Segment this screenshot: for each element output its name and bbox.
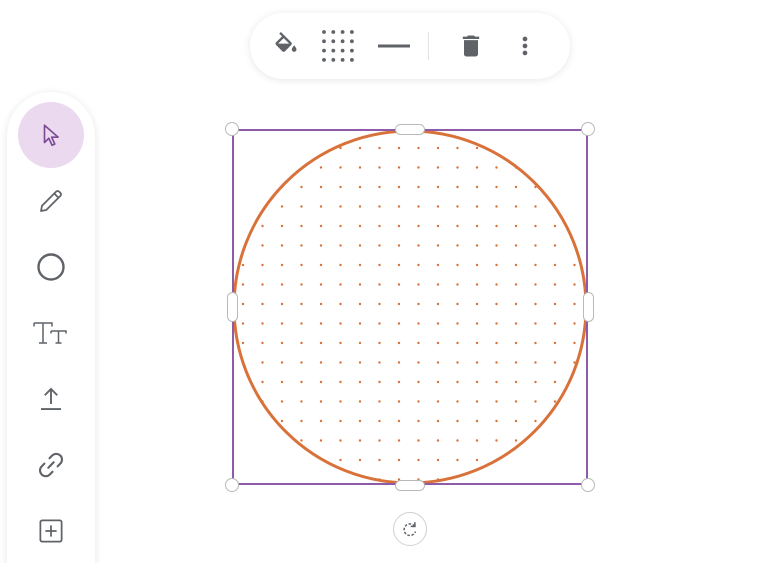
trash-icon: [462, 35, 480, 57]
stroke-style-button[interactable]: [376, 28, 412, 64]
resize-handle-left[interactable]: [227, 292, 238, 322]
resize-handle-right[interactable]: [583, 292, 594, 322]
resize-handle-top-right[interactable]: [581, 122, 595, 136]
tool-panel: [7, 92, 95, 563]
link-tool[interactable]: [18, 432, 84, 498]
whiteboard-canvas[interactable]: [0, 0, 776, 563]
shape-toolbar: [250, 13, 570, 79]
resize-handle-top-left[interactable]: [225, 122, 239, 136]
more-options-button[interactable]: [507, 28, 543, 64]
add-element-tool[interactable]: [18, 498, 84, 563]
text-icon: [33, 322, 67, 344]
pencil-icon: [40, 190, 62, 212]
resize-handle-top[interactable]: [395, 124, 425, 135]
text-tool[interactable]: [18, 300, 84, 366]
toolbar-divider: [428, 32, 429, 60]
more-vertical-icon: [522, 36, 528, 56]
link-icon: [38, 452, 64, 478]
dot-grid-icon: [322, 30, 354, 62]
select-tool[interactable]: [18, 102, 84, 168]
rotate-icon: [403, 522, 417, 537]
cursor-arrow-icon: [43, 124, 59, 147]
resize-handle-bottom-left[interactable]: [225, 478, 239, 492]
delete-button[interactable]: [453, 28, 489, 64]
pen-tool[interactable]: [18, 168, 84, 234]
resize-handle-bottom-right[interactable]: [581, 478, 595, 492]
rotate-handle[interactable]: [393, 512, 427, 546]
selection-box: [232, 129, 588, 485]
paint-bucket-icon: [275, 32, 297, 52]
shape-tool[interactable]: [18, 234, 84, 300]
upload-tool[interactable]: [18, 366, 84, 432]
circle-icon: [37, 253, 65, 281]
add-box-icon: [39, 519, 63, 543]
resize-handle-bottom[interactable]: [395, 480, 425, 491]
line-style-icon: [378, 44, 410, 48]
upload-icon: [41, 387, 61, 410]
fill-color-button[interactable]: [268, 28, 304, 64]
fill-pattern-button[interactable]: [320, 28, 356, 64]
